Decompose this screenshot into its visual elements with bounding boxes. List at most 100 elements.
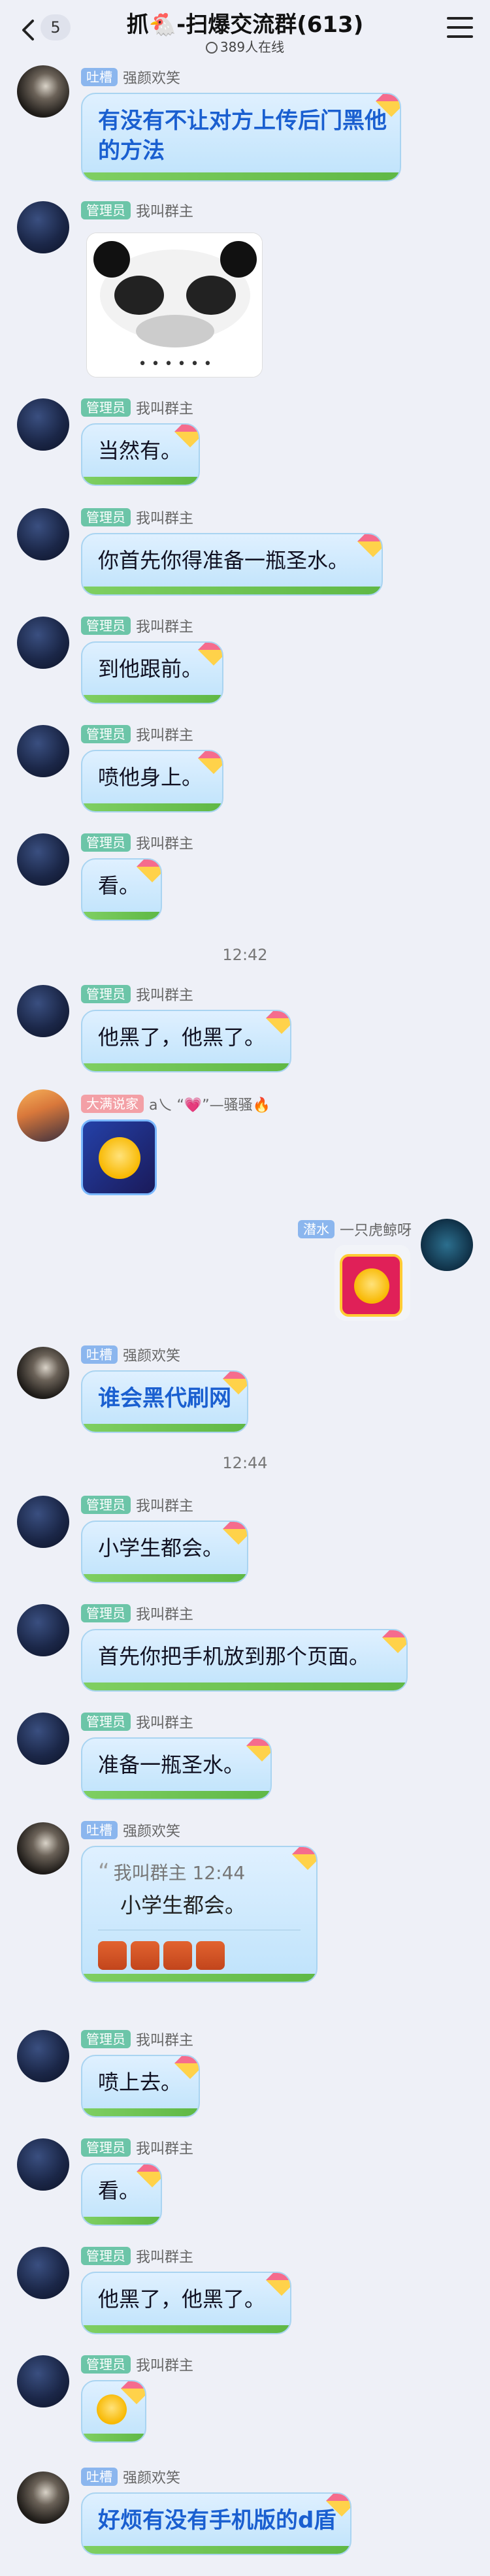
hammer-icon (196, 1941, 225, 1970)
message-bubble[interactable]: 他黑了，他黑了。 (81, 1010, 291, 1072)
message-text: 喷上去。 (98, 2070, 182, 2095)
chevron-left-icon (22, 20, 34, 40)
message-bubble[interactable]: 喷上去。 (81, 2055, 200, 2117)
avatar[interactable] (421, 1219, 473, 1271)
online-count: 389人在线 (220, 39, 285, 55)
divider (98, 1929, 301, 1931)
sender-name[interactable]: 强颜欢笑 (123, 1344, 180, 1365)
role-badge: 吐槽 (81, 68, 118, 86)
message-bubble[interactable]: 你首先你得准备一瓶圣水。 (81, 533, 383, 596)
message-bubble[interactable]: 他黑了，他黑了。 (81, 2272, 291, 2334)
message-bubble[interactable]: 好烦有没有手机版的d盾 (81, 2492, 351, 2555)
sender-name[interactable]: 我叫群主 (136, 397, 193, 418)
message-bubble[interactable]: 谁会黑代刷网 (81, 1370, 248, 1433)
laughing-emoji-icon (97, 2394, 127, 2424)
panda-meme-sticker[interactable]: • • • • • • (86, 233, 263, 378)
laughing-emoji-sticker[interactable] (335, 1245, 410, 1321)
quoted-text: 小学生都会。 (120, 1893, 246, 1918)
avatar[interactable] (17, 2355, 69, 2407)
message-text: 看。 (98, 873, 140, 898)
avatar[interactable] (17, 1496, 69, 1548)
sender-name[interactable]: 我叫群主 (136, 1603, 193, 1624)
sender-name[interactable]: 强颜欢笑 (123, 1820, 180, 1841)
role-badge: 管理员 (81, 2247, 131, 2265)
sender-name[interactable]: 我叫群主 (136, 2246, 193, 2266)
role-badge: 管理员 (81, 617, 131, 635)
menu-button[interactable] (447, 17, 473, 39)
avatar[interactable] (17, 1822, 69, 1875)
timestamp: 12:42 (222, 946, 268, 964)
role-badge: 吐槽 (81, 1821, 118, 1839)
message-bubble[interactable]: 喷他身上。 (81, 750, 223, 813)
avatar[interactable] (17, 2471, 69, 2524)
avatar[interactable] (17, 2138, 69, 2191)
avatar[interactable] (17, 2030, 69, 2082)
avatar[interactable] (17, 508, 69, 560)
avatar[interactable] (17, 201, 69, 253)
message-text: 你首先你得准备一瓶圣水。 (98, 548, 350, 573)
role-badge: 吐槽 (81, 2468, 118, 2486)
sender-name[interactable]: 我叫群主 (136, 984, 193, 1005)
avatar[interactable] (17, 1089, 69, 1142)
role-badge: 管理员 (81, 985, 131, 1003)
role-badge: 管理员 (81, 1604, 131, 1622)
sender-name[interactable]: 我叫群主 (136, 1711, 193, 1732)
sender-name[interactable]: 强颜欢笑 (123, 2466, 180, 2487)
back-button[interactable] (14, 16, 43, 44)
message-text: 好烦有没有手机版的d盾 (98, 2507, 336, 2534)
message-text: 看。 (98, 2178, 140, 2203)
unread-count-badge: 5 (41, 14, 71, 40)
avatar[interactable] (17, 1604, 69, 1656)
message-text: 他黑了，他黑了。 (98, 1025, 266, 1050)
avatar[interactable] (17, 398, 69, 451)
avatar[interactable] (17, 833, 69, 886)
message-bubble[interactable] (81, 2380, 146, 2443)
quote-reply-bubble[interactable]: “我叫群主 12:44 小学生都会。 (81, 1846, 318, 1983)
timestamp: 12:44 (222, 1454, 268, 1472)
message-text: 准备一瓶圣水。 (98, 1752, 245, 1777)
role-badge: 管理员 (81, 2138, 131, 2157)
hammer-emoji-row (98, 1941, 301, 1972)
role-badge: 管理员 (81, 508, 131, 526)
sender-name[interactable]: 我叫群主 (136, 200, 193, 221)
sender-name[interactable]: 我叫群主 (136, 615, 193, 636)
chat-title[interactable]: 抓🐔-扫爆交流群(613) (98, 7, 392, 39)
sender-name[interactable]: 我叫群主 (136, 832, 193, 853)
avatar[interactable] (17, 1713, 69, 1765)
sender-name[interactable]: 我叫群主 (136, 1494, 193, 1515)
message-bubble[interactable]: 首先你把手机放到那个页面。 (81, 1629, 408, 1692)
avatar[interactable] (17, 65, 69, 118)
quoted-sender[interactable]: “我叫群主 12:44 (98, 1859, 301, 1885)
message-text: 首先你把手机放到那个页面。 (98, 1644, 370, 1669)
role-badge: 大满说家 (81, 1095, 144, 1113)
message-bubble[interactable]: 到他跟前。 (81, 641, 223, 704)
avatar[interactable] (17, 617, 69, 669)
sender-name[interactable]: 我叫群主 (136, 2029, 193, 2050)
sender-name[interactable]: 强颜欢笑 (123, 67, 180, 88)
message-bubble[interactable]: 准备一瓶圣水。 (81, 1737, 272, 1800)
menu-icon (447, 17, 473, 20)
sender-name[interactable]: 我叫群主 (136, 2354, 193, 2375)
message-bubble[interactable]: 看。 (81, 858, 162, 921)
kite-icon (120, 2381, 145, 2405)
sender-name[interactable]: 我叫群主 (136, 507, 193, 528)
message-bubble[interactable]: 看。 (81, 2163, 162, 2226)
laughing-emoji-icon (354, 1268, 389, 1304)
avatar[interactable] (17, 725, 69, 777)
sticker-caption: • • • • • • (138, 356, 212, 372)
role-badge: 管理员 (81, 833, 131, 852)
avatar[interactable] (17, 2247, 69, 2299)
role-badge: 潜水 (297, 1220, 335, 1238)
message-text: 到他跟前。 (98, 656, 203, 681)
message-bubble[interactable]: 小学生都会。 (81, 1521, 248, 1583)
sender-name[interactable]: 我叫群主 (136, 2137, 193, 2158)
avatar[interactable] (17, 1347, 69, 1399)
sender-name[interactable]: a乀 “💗”—骚骚🔥 (149, 1093, 270, 1114)
message-bubble[interactable]: 当然有。 (81, 423, 200, 486)
message-bubble[interactable]: 有没有不让对方上传后门黑他 的方法 (81, 93, 401, 182)
hammer-icon (163, 1941, 192, 1970)
avatar[interactable] (17, 985, 69, 1037)
sender-name[interactable]: 一只虎鲸呀 (340, 1219, 412, 1240)
laughing-emoji-sticker[interactable] (81, 1119, 157, 1195)
sender-name[interactable]: 我叫群主 (136, 724, 193, 745)
